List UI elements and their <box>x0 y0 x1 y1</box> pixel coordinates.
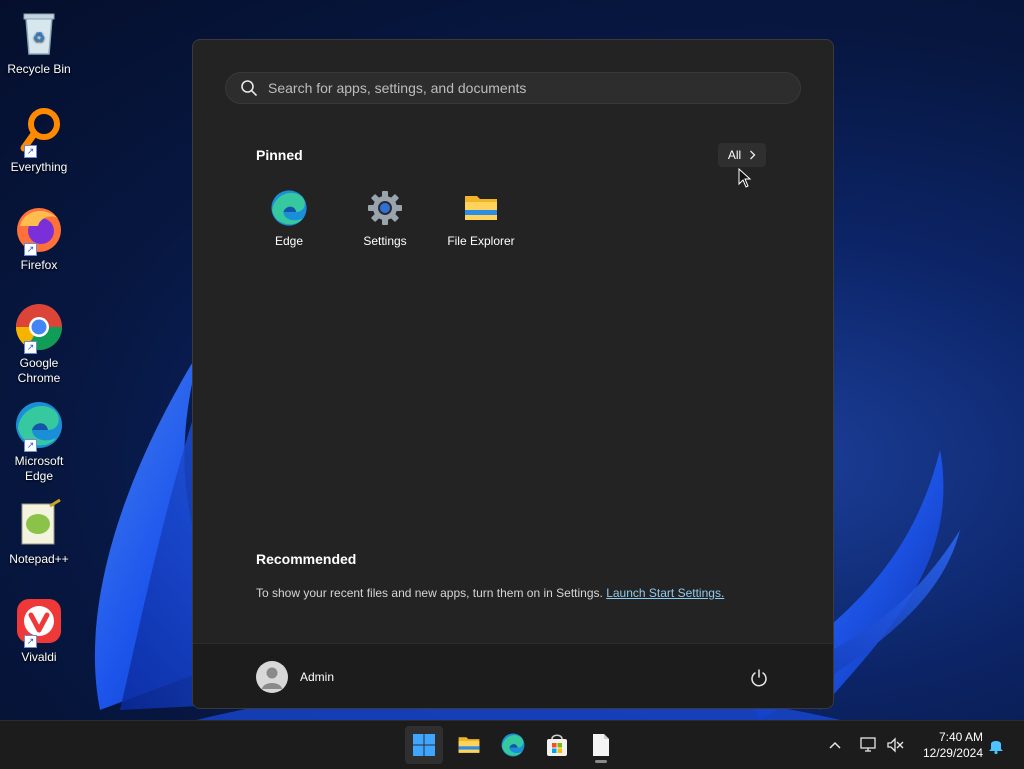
folder-icon <box>465 196 497 220</box>
edge-icon <box>501 733 525 757</box>
all-apps-label: All <box>727 148 742 162</box>
taskbar-edge[interactable] <box>494 726 532 764</box>
desktop-icon-label: Vivaldi <box>21 650 57 664</box>
taskbar-store[interactable] <box>538 726 576 764</box>
desktop-icon-recycle-bin[interactable]: ♻ Recycle Bin <box>2 8 76 77</box>
desktop-icon-label: Recycle Bin <box>7 62 71 76</box>
pinned-app-settings[interactable]: Settings <box>337 188 433 248</box>
all-apps-button[interactable]: All <box>718 143 766 167</box>
pinned-app-edge[interactable]: Edge <box>241 188 337 248</box>
taskbar-file-explorer[interactable] <box>450 726 488 764</box>
mouse-cursor-icon <box>738 168 752 188</box>
show-hidden-icons-button[interactable] <box>828 721 842 769</box>
vivaldi-icon <box>17 599 61 643</box>
desktop-icon-label: Microsoft Edge <box>14 454 64 483</box>
desktop-icon-everything[interactable]: ↗ Everything <box>2 106 76 175</box>
recycle-bin-icon: ♻ <box>23 13 55 55</box>
recommended-text: To show your recent files and new apps, … <box>256 586 603 600</box>
avatar <box>256 661 288 693</box>
pinned-app-file-explorer[interactable]: File Explorer <box>433 188 529 248</box>
firefox-icon <box>17 208 61 252</box>
chrome-icon <box>16 304 62 350</box>
recommended-heading: Recommended <box>256 551 357 567</box>
pinned-app-label: Settings <box>363 234 407 248</box>
shortcut-arrow-icon: ↗ <box>24 341 37 354</box>
start-menu-footer: Admin <box>193 643 833 708</box>
pinned-heading: Pinned <box>256 147 303 163</box>
search-icon <box>241 80 257 96</box>
power-icon[interactable] <box>749 668 769 688</box>
desktop-icon-label: Notepad++ <box>9 552 69 566</box>
desktop-icon-microsoft-edge[interactable]: ↗ Microsoft Edge <box>2 400 76 484</box>
file-explorer-icon <box>458 737 480 753</box>
gear-icon <box>368 191 402 225</box>
notifications-button[interactable] <box>988 721 1004 769</box>
user-account-button[interactable]: Admin <box>256 661 334 693</box>
edge-icon <box>16 402 62 448</box>
running-indicator <box>595 760 607 763</box>
network-icon <box>860 737 876 752</box>
launch-start-settings-link[interactable]: Launch Start Settings. <box>606 586 724 600</box>
search-input[interactable] <box>266 79 770 97</box>
taskbar-notepad[interactable] <box>582 726 620 764</box>
system-clock[interactable]: 7:40 AM 12/29/2024 <box>913 729 983 761</box>
shortcut-arrow-icon: ↗ <box>24 635 37 648</box>
store-icon <box>547 734 567 756</box>
edge-icon <box>271 190 307 226</box>
desktop-icon-notepad-plus-plus[interactable]: Notepad++ <box>2 498 76 567</box>
bell-icon <box>989 741 1003 754</box>
start-icon <box>413 734 435 756</box>
recommended-message: To show your recent files and new apps, … <box>256 586 724 600</box>
pinned-apps: Edge Settings File Explorer <box>241 188 529 248</box>
clock-date: 12/29/2024 <box>922 746 983 760</box>
svg-text:♻: ♻ <box>33 29 46 45</box>
start-button[interactable] <box>405 726 443 764</box>
user-name: Admin <box>300 670 335 684</box>
shortcut-arrow-icon: ↗ <box>24 243 37 256</box>
chevron-right-icon <box>750 150 756 160</box>
everything-search-icon <box>20 108 60 152</box>
desktop-icon-google-chrome[interactable]: ↗ Google Chrome <box>2 302 76 386</box>
clock-time: 7:40 AM <box>938 730 983 744</box>
volume-button[interactable] <box>886 721 904 769</box>
desktop-icon-vivaldi[interactable]: ↗ Vivaldi <box>2 596 76 665</box>
chevron-up-icon <box>829 741 841 749</box>
user-icon <box>262 667 282 689</box>
volume-muted-icon <box>887 737 904 753</box>
desktop-icon-label: Firefox <box>20 258 58 272</box>
desktop-icon-label: Everything <box>10 160 68 174</box>
start-search-box[interactable] <box>225 72 801 104</box>
network-status-button[interactable] <box>860 721 878 769</box>
shortcut-arrow-icon: ↗ <box>24 145 37 158</box>
taskbar: 7:40 AM 12/29/2024 <box>0 720 1024 769</box>
pinned-app-label: File Explorer <box>447 234 515 248</box>
shortcut-arrow-icon: ↗ <box>24 439 37 452</box>
desktop-icon-label: Google Chrome <box>17 356 61 385</box>
desktop-icon-firefox[interactable]: ↗ Firefox <box>2 204 76 273</box>
pinned-app-label: Edge <box>274 234 304 248</box>
notepad-plus-plus-icon <box>21 498 61 545</box>
notepad-icon <box>593 734 609 756</box>
start-menu: Pinned All Edge <box>192 39 834 709</box>
